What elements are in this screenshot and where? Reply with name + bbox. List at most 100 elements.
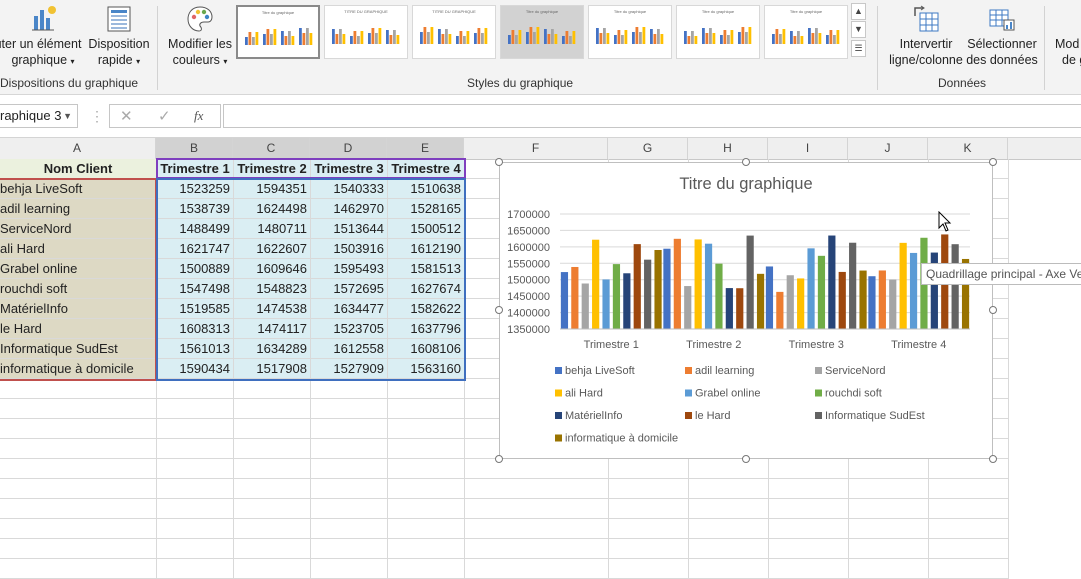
column-header-C[interactable]: C [233,138,310,159]
empty-cell[interactable] [465,459,609,479]
value-cell[interactable]: 1637796 [388,319,465,339]
empty-cell[interactable] [234,539,311,559]
value-cell[interactable]: 1581513 [388,259,465,279]
empty-cell[interactable] [234,419,311,439]
column-header-I[interactable]: I [768,138,848,159]
empty-cell[interactable] [234,519,311,539]
value-cell[interactable]: 1548823 [234,279,311,299]
empty-cell[interactable] [157,459,234,479]
value-cell[interactable]: 1595493 [311,259,388,279]
empty-cell[interactable] [609,519,689,539]
change-chart-type-button[interactable]: Mod de g [1050,4,1081,68]
chart-style-thumb[interactable]: Titre du graphique [588,5,672,59]
empty-cell[interactable] [929,479,1009,499]
value-cell[interactable]: 1510638 [388,179,465,199]
empty-cell[interactable] [769,559,849,579]
empty-cell[interactable] [234,379,311,399]
empty-cell[interactable] [388,499,465,519]
empty-cell[interactable] [0,499,157,519]
empty-cell[interactable] [689,459,769,479]
gallery-scroll-down-button[interactable]: ▼ [851,21,866,38]
column-header-K[interactable]: K [928,138,1008,159]
empty-cell[interactable] [0,379,157,399]
chart-area[interactable]: Titre du graphique 1350000 1400000 1450000… [499,162,993,459]
empty-cell[interactable] [849,499,929,519]
chart-style-thumb[interactable]: TITRE DU GRAPHIQUE [412,5,496,59]
value-cell[interactable]: 1519585 [157,299,234,319]
gallery-scroll-up-button[interactable]: ▲ [851,3,866,20]
empty-cell[interactable] [849,479,929,499]
value-cell[interactable]: 1513644 [311,219,388,239]
cancel-icon[interactable]: ✕ [120,107,133,125]
empty-cell[interactable] [929,459,1009,479]
empty-cell[interactable] [769,499,849,519]
empty-cell[interactable] [0,519,157,539]
value-cell[interactable]: 1503916 [311,239,388,259]
value-cell[interactable]: 1523705 [311,319,388,339]
column-header-J[interactable]: J [848,138,928,159]
value-cell[interactable]: 1634477 [311,299,388,319]
empty-cell[interactable] [388,419,465,439]
resize-handle-bottom[interactable] [742,455,750,463]
empty-cell[interactable] [689,499,769,519]
empty-cell[interactable] [0,459,157,479]
empty-cell[interactable] [157,559,234,579]
client-name-cell[interactable]: le Hard [0,319,157,339]
empty-cell[interactable] [157,519,234,539]
value-cell[interactable]: 1621747 [157,239,234,259]
empty-cell[interactable] [769,479,849,499]
enter-icon[interactable]: ✓ [158,107,171,125]
value-cell[interactable]: 1500889 [157,259,234,279]
client-name-cell[interactable]: adil learning [0,199,157,219]
empty-cell[interactable] [311,379,388,399]
empty-cell[interactable] [388,559,465,579]
resize-handle-bottom-left[interactable] [495,455,503,463]
empty-cell[interactable] [234,479,311,499]
empty-cell[interactable] [0,539,157,559]
value-cell[interactable]: 1563160 [388,359,465,379]
value-cell[interactable]: 1622607 [234,239,311,259]
value-cell[interactable]: 1480711 [234,219,311,239]
value-cell[interactable]: 1523259 [157,179,234,199]
empty-cell[interactable] [157,499,234,519]
empty-cell[interactable] [311,419,388,439]
value-cell[interactable]: 1572695 [311,279,388,299]
chart-style-thumb[interactable]: TITRE DU GRAPHIQUE [324,5,408,59]
value-cell[interactable]: 1612190 [388,239,465,259]
column-header-D[interactable]: D [310,138,387,159]
formula-input[interactable] [223,104,1081,128]
empty-cell[interactable] [388,459,465,479]
empty-cell[interactable] [609,539,689,559]
column-header-B[interactable]: B [156,138,233,159]
empty-cell[interactable] [929,539,1009,559]
empty-cell[interactable] [769,519,849,539]
table-header-cell[interactable]: Trimestre 1 [157,159,234,179]
client-name-cell[interactable]: ServiceNord [0,219,157,239]
value-cell[interactable]: 1608106 [388,339,465,359]
empty-cell[interactable] [311,519,388,539]
empty-cell[interactable] [388,479,465,499]
value-cell[interactable]: 1612558 [311,339,388,359]
value-cell[interactable]: 1634289 [234,339,311,359]
insert-function-icon[interactable]: fx [194,108,203,124]
column-header-A[interactable]: A [0,138,156,159]
empty-cell[interactable] [0,439,157,459]
select-data-button[interactable]: Sélectionner des données [965,4,1039,68]
empty-cell[interactable] [234,459,311,479]
empty-cell[interactable] [234,439,311,459]
resize-handle-right[interactable] [989,306,997,314]
value-cell[interactable]: 1547498 [157,279,234,299]
chart-style-thumb[interactable]: Titre du graphique [764,5,848,59]
empty-cell[interactable] [311,559,388,579]
value-cell[interactable]: 1488499 [157,219,234,239]
resize-handle-top-left[interactable] [495,158,503,166]
chart-style-thumb[interactable]: Titre du graphique [236,5,320,59]
empty-cell[interactable] [0,559,157,579]
empty-cell[interactable] [311,439,388,459]
empty-cell[interactable] [311,479,388,499]
empty-cell[interactable] [0,479,157,499]
empty-cell[interactable] [609,479,689,499]
value-cell[interactable]: 1538739 [157,199,234,219]
empty-cell[interactable] [388,399,465,419]
client-name-cell[interactable]: behja LiveSoft [0,179,157,199]
